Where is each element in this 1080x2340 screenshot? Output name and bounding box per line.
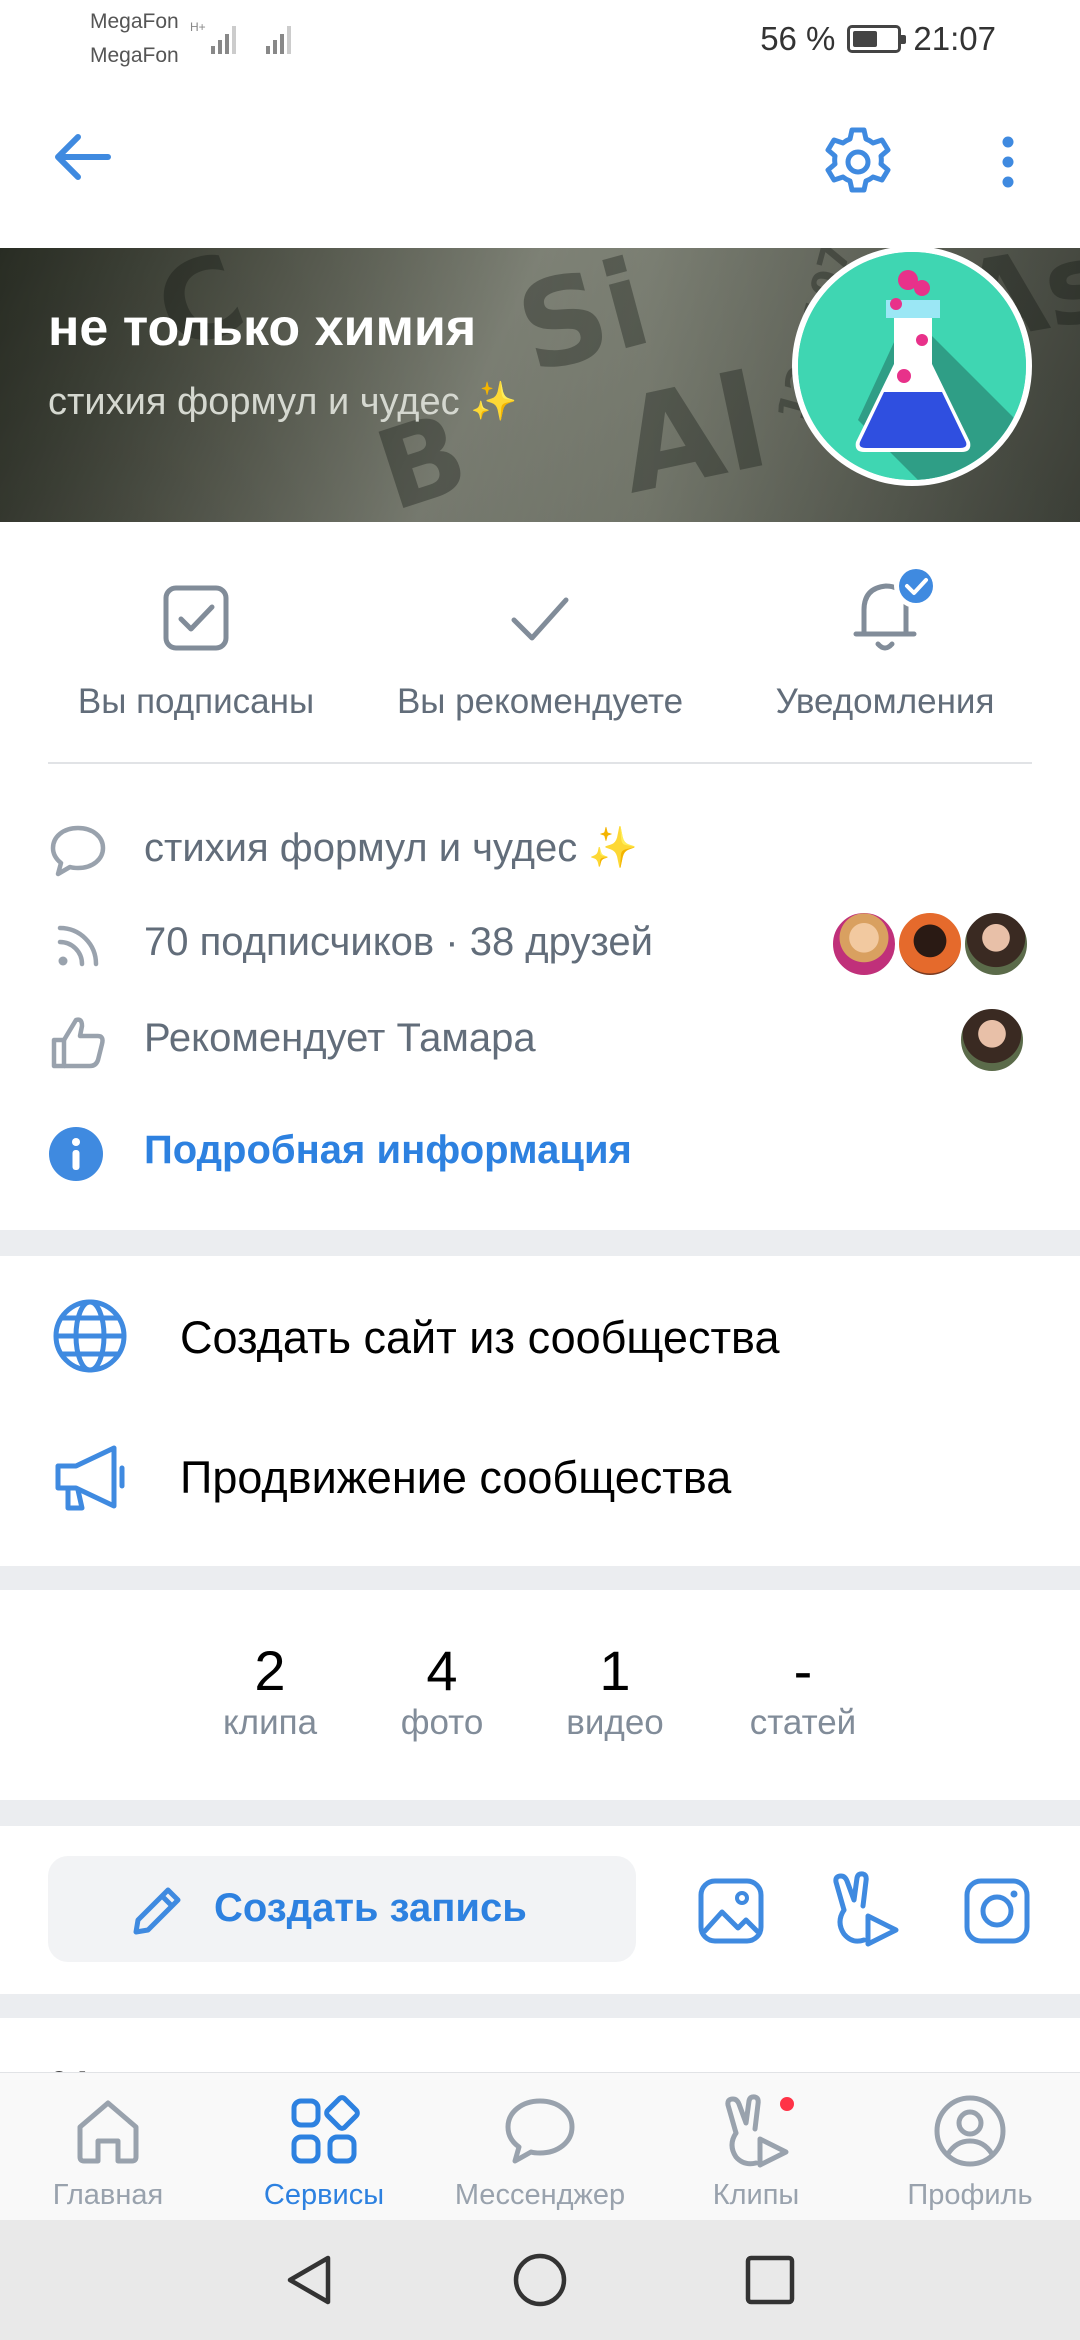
- notifications-button[interactable]: Уведомления: [740, 564, 1030, 732]
- globe-icon: [53, 1299, 127, 1373]
- photo-icon[interactable]: [696, 1876, 766, 1946]
- feed-panel: 01: [0, 2018, 1080, 2078]
- counter-label: клипа: [222, 1703, 318, 1742]
- nav-label: Сервисы: [263, 2179, 385, 2211]
- rss-icon: [57, 925, 99, 967]
- subscribed-button[interactable]: Вы подписаны: [46, 582, 346, 732]
- subscribed-label: Вы подписаны: [77, 682, 315, 721]
- message-bubble-icon: [505, 2098, 575, 2164]
- divider: [48, 762, 1032, 764]
- promotion-label: Продвижение сообщества: [180, 1452, 732, 1503]
- profile-icon: [934, 2095, 1006, 2167]
- signal-icon-1: H+: [190, 20, 236, 54]
- system-recents-icon[interactable]: [740, 2250, 800, 2310]
- create-post-label: Создать запись: [214, 1886, 527, 1930]
- services-grid-icon: [291, 2095, 360, 2164]
- avatar: [962, 910, 1030, 978]
- thumbs-up-icon: [51, 1017, 105, 1069]
- clips-icon[interactable]: [826, 1870, 906, 1950]
- system-home-icon[interactable]: [510, 2250, 570, 2310]
- group-status-text: стихия формул и чудес ✨: [144, 826, 639, 870]
- nav-clips[interactable]: Клипы: [676, 2091, 836, 2212]
- promotion-button[interactable]: Продвижение сообщества: [0, 1400, 1080, 1544]
- counter-value: 2: [254, 1639, 286, 1702]
- pencil-icon: [133, 1887, 181, 1935]
- recommended-by-text: Рекомендует Тамара: [144, 1016, 536, 1060]
- counter-value: -: [793, 1639, 813, 1702]
- checkbox-checked-icon: [163, 585, 229, 651]
- avatar: [896, 910, 964, 978]
- nav-label: Клипы: [712, 2179, 800, 2211]
- counter-label: видео: [566, 1703, 664, 1742]
- counter-value: 4: [426, 1639, 458, 1702]
- notification-dot: [778, 2095, 796, 2113]
- system-navigation: [0, 2220, 1080, 2340]
- nav-label: Главная: [52, 2179, 164, 2211]
- counter-label: фото: [400, 1703, 484, 1742]
- create-site-button[interactable]: Создать сайт из сообщества: [0, 1256, 1080, 1400]
- nav-label: Профиль: [907, 2179, 1033, 2211]
- friends-avatars[interactable]: [830, 910, 1040, 986]
- gear-icon: [825, 127, 891, 193]
- services-panel: Создать сайт из сообщества Продвижение с…: [0, 1256, 1080, 1566]
- counter-articles[interactable]: - статей: [728, 1638, 878, 1768]
- counter-value: 1: [599, 1639, 631, 1702]
- carrier-label-1: MegaFon: [90, 10, 179, 33]
- message-bubble-icon: [50, 825, 106, 877]
- nav-messenger[interactable]: Мессенджер: [432, 2091, 648, 2212]
- notifications-label: Уведомления: [775, 682, 995, 721]
- app-bar: [0, 80, 1080, 248]
- battery-percent: 56 %: [760, 20, 836, 57]
- nav-profile[interactable]: Профиль: [890, 2091, 1050, 2212]
- signal-icon-2: [266, 20, 291, 54]
- check-icon: [511, 597, 569, 641]
- battery-icon: [847, 25, 907, 53]
- avatar[interactable]: [958, 1006, 1026, 1074]
- counter-photos[interactable]: 4 фото: [372, 1638, 512, 1768]
- arrow-left-icon: [55, 134, 111, 180]
- back-button[interactable]: [46, 120, 120, 194]
- instagram-icon[interactable]: [962, 1876, 1032, 1946]
- counter-clips[interactable]: 2 клипа: [200, 1638, 340, 1768]
- system-back-icon[interactable]: [280, 2250, 340, 2310]
- group-avatar[interactable]: [792, 246, 1032, 486]
- flask-logo-icon: [798, 252, 1026, 480]
- clock: 21:07: [913, 20, 996, 57]
- recommend-button[interactable]: Вы рекомендуете: [370, 582, 710, 732]
- more-button[interactable]: [988, 128, 1028, 200]
- followers-count-text[interactable]: 70 подписчиков · 38 друзей: [144, 920, 653, 965]
- settings-button[interactable]: [818, 122, 898, 202]
- bottom-navigation: Главная Сервисы Мессенджер Клипы Профиль: [0, 2072, 1080, 2220]
- nav-services[interactable]: Сервисы: [244, 2091, 404, 2212]
- avatar: [830, 910, 898, 978]
- megaphone-icon: [55, 1445, 125, 1511]
- carrier-label-2: MegaFon: [90, 44, 179, 67]
- counter-videos[interactable]: 1 видео: [545, 1638, 685, 1768]
- group-info-panel: Вы подписаны Вы рекомендуете Уведомления…: [0, 522, 1080, 1230]
- counters-panel: 2 клипа 4 фото 1 видео - статей: [0, 1590, 1080, 1800]
- bell-check-icon: [853, 564, 938, 651]
- group-name: не только химия: [48, 299, 477, 357]
- nav-label: Мессенджер: [454, 2179, 626, 2211]
- nav-home[interactable]: Главная: [28, 2091, 188, 2212]
- group-subtitle: стихия формул и чудес ✨: [48, 381, 518, 423]
- counter-label: статей: [749, 1703, 857, 1742]
- create-site-label: Создать сайт из сообщества: [180, 1312, 780, 1363]
- info-icon: [49, 1127, 103, 1181]
- create-post-button[interactable]: Создать запись: [48, 1856, 636, 1962]
- recommend-label: Вы рекомендуете: [396, 682, 684, 721]
- details-link[interactable]: Подробная информация: [144, 1128, 632, 1173]
- status-bar: MegaFon MegaFon H+ 56 % 21:07: [0, 0, 1080, 80]
- more-vertical-icon: [1002, 136, 1014, 188]
- home-icon: [77, 2100, 139, 2164]
